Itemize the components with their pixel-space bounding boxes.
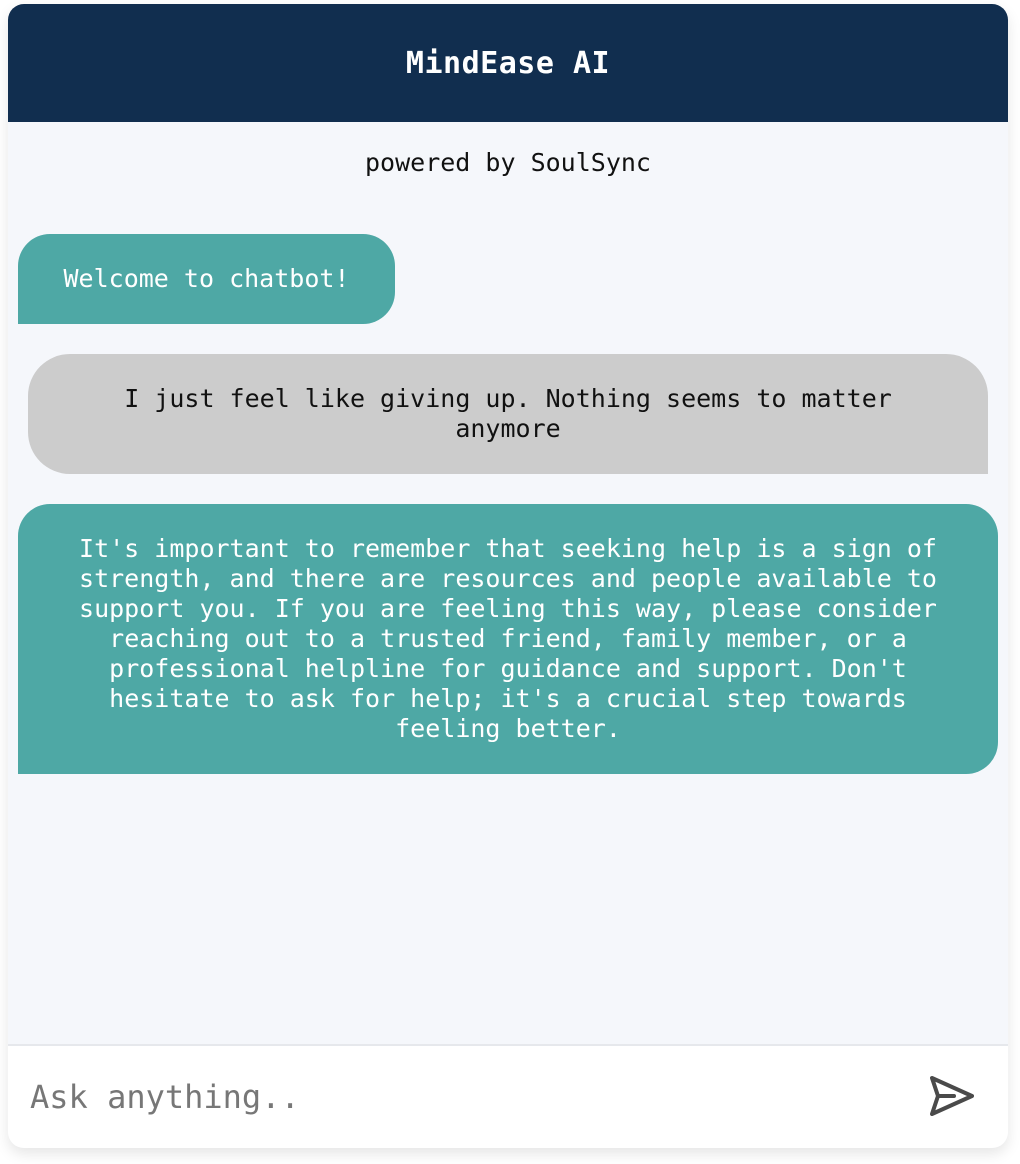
chat-header: MindEase AI <box>8 4 1008 122</box>
bot-message: It's important to remember that seeking … <box>18 504 998 774</box>
message-composer <box>8 1044 1008 1148</box>
chat-window: MindEase AI powered by SoulSync Welcome … <box>8 4 1008 1148</box>
user-message: I just feel like giving up. Nothing seem… <box>28 354 988 474</box>
message-input[interactable] <box>28 1067 922 1127</box>
bot-message: Welcome to chatbot! <box>18 234 395 324</box>
app-title: MindEase AI <box>405 45 611 81</box>
send-button[interactable] <box>922 1067 982 1127</box>
powered-by-label: powered by SoulSync <box>365 148 651 177</box>
send-icon <box>930 1075 974 1119</box>
message-list[interactable]: Welcome to chatbot! I just feel like giv… <box>8 180 1008 1044</box>
